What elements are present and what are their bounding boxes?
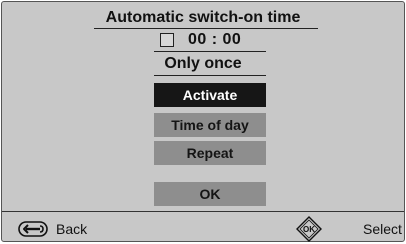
tv-menu-screen: Automatic switch-on time 00 : 00 Only on… — [1, 1, 405, 242]
back-arrow-icon — [18, 221, 48, 237]
time-divider — [154, 51, 266, 52]
back-label: Back — [56, 221, 88, 237]
ok-icon-label: OK — [303, 225, 315, 234]
time-value: 00 : 00 — [188, 31, 242, 48]
mode-divider — [154, 75, 266, 76]
ok-button-icon[interactable]: OK — [296, 216, 322, 242]
enable-checkbox[interactable] — [160, 33, 174, 47]
time-of-day-button[interactable]: Time of day — [154, 113, 266, 137]
repeat-mode-value: Only once — [164, 55, 242, 72]
repeat-button[interactable]: Repeat — [154, 141, 266, 165]
time-field[interactable]: 00 : 00 — [154, 30, 266, 50]
back-control[interactable]: Back — [18, 218, 87, 240]
activate-button[interactable]: Activate — [154, 83, 266, 107]
title-divider — [94, 28, 318, 29]
dialog-title: Automatic switch-on time — [105, 9, 301, 26]
ok-button[interactable]: OK — [154, 182, 266, 206]
footer-divider — [2, 211, 404, 212]
select-label: Select — [363, 221, 402, 237]
